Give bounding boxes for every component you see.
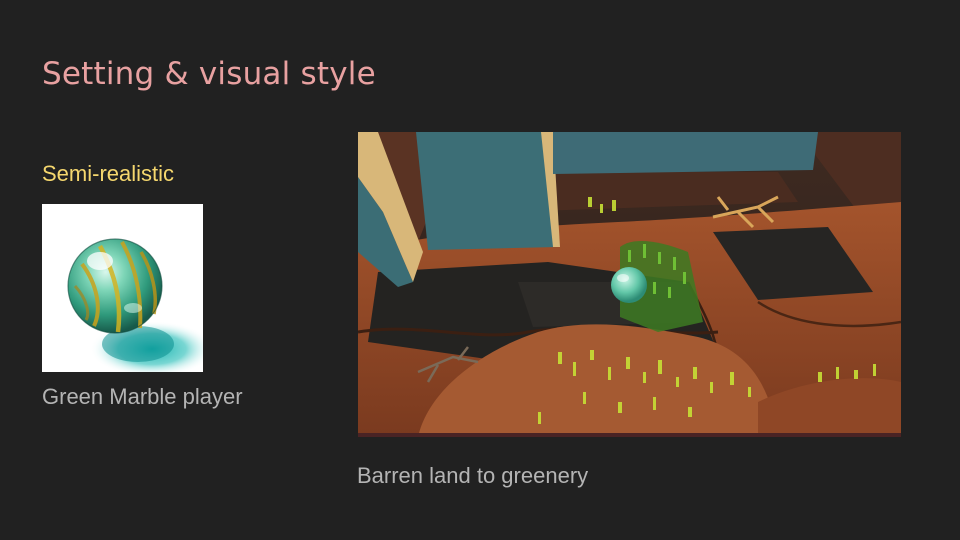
marble-caption: Green Marble player xyxy=(42,384,243,409)
marble-illustration xyxy=(42,204,203,372)
marble-image xyxy=(42,204,203,372)
scene-caption: Barren land to greenery xyxy=(357,463,589,488)
style-subtitle: Semi-realistic xyxy=(42,161,175,186)
scene-image xyxy=(358,132,901,437)
slide-title: Setting & visual style xyxy=(42,56,376,92)
scene-illustration xyxy=(358,132,901,437)
slide: Setting & visual style Semi-realistic Gr… xyxy=(0,0,960,540)
